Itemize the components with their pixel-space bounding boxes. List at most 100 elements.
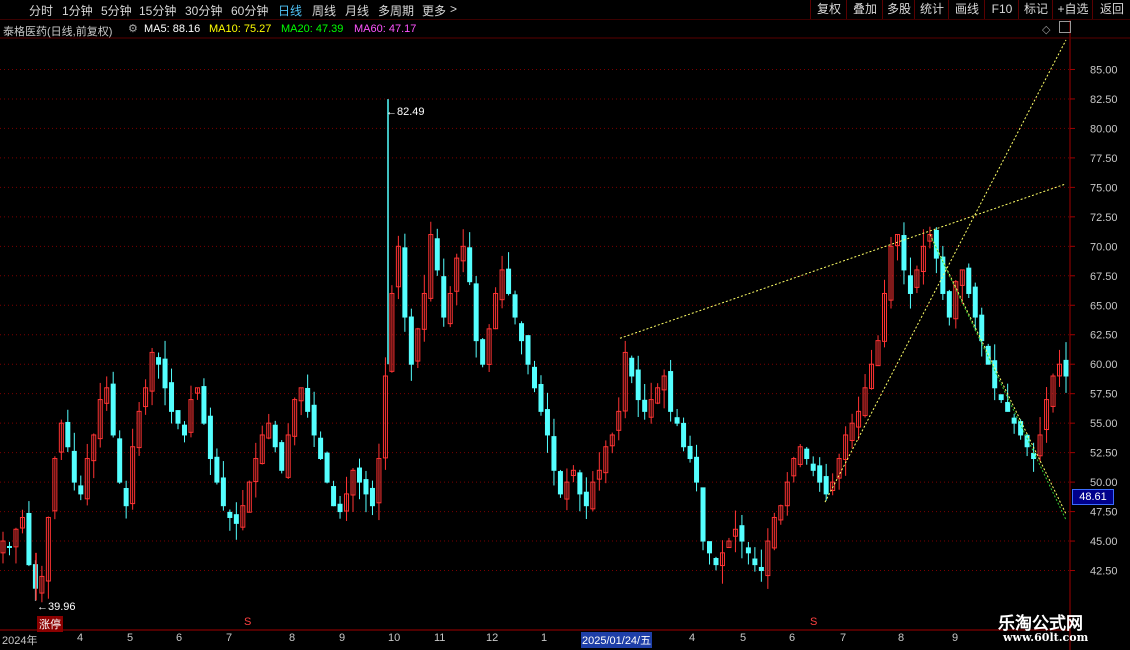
tab-daily[interactable]: 日线 [278,2,302,19]
candle-body [538,384,544,412]
candle-body [272,424,278,448]
settings-icon[interactable]: ⚙ [128,22,138,35]
candle-body [694,456,700,483]
tab-60min[interactable]: 60分钟 [231,2,268,19]
zhangting-tag[interactable]: 涨停 [37,616,63,632]
x-label: 9 [339,632,346,644]
y-tick-label: 47.50 [1090,507,1118,519]
candle-body [544,409,550,436]
y-tick-label: 82.50 [1090,94,1118,106]
tab-1min[interactable]: 1分钟 [62,2,93,19]
tab-more[interactable]: 更多 [422,2,446,19]
candle-body [577,472,583,495]
x-label: 6 [176,632,183,644]
candle-body [214,456,220,483]
candle-body [557,471,563,495]
tab-monthly[interactable]: 月线 [345,2,369,19]
candle-body [363,479,369,495]
x-label: 1 [541,632,548,644]
high-price-label: ←82.49 [386,106,425,118]
candle-body [1011,417,1017,424]
candle-body [804,448,810,460]
candle-body [123,488,129,507]
period-toolbar: 分时 1分钟 5分钟 15分钟 30分钟 60分钟 日线 周线 月线 多周期 更… [0,0,1130,20]
candle-body [551,436,557,471]
candle-body [668,371,674,412]
s-marker-1[interactable]: S [244,616,251,628]
tab-multi-period[interactable]: 多周期 [378,2,414,19]
fuquan-button[interactable]: 复权 [810,0,847,19]
x-label: 7 [226,632,233,644]
candle-body [946,291,952,318]
tab-fenshi[interactable]: 分时 [29,2,53,19]
tab-weekly[interactable]: 周线 [312,2,336,19]
add-watchlist-button[interactable]: +自选 [1052,0,1093,19]
candle-body [674,417,680,424]
back-button[interactable]: 返回 [1092,0,1130,19]
draw-line-button[interactable]: 画线 [948,0,985,19]
candle-body [311,404,317,436]
x-label: 8 [289,632,296,644]
multi-stock-button[interactable]: 多股 [882,0,915,19]
candle-body [78,485,84,495]
y-tick-label: 57.50 [1090,389,1118,401]
candle-body [441,276,447,318]
candle-body [519,323,525,342]
x-label: 4 [689,632,696,644]
f10-button[interactable]: F10 [984,0,1019,19]
candle-body [901,235,907,271]
x-label: 10 [388,632,401,644]
y-tick-label: 42.50 [1090,566,1118,578]
candle-body [687,445,693,460]
tab-15min[interactable]: 15分钟 [139,2,176,19]
candle-body [752,558,758,566]
candle-body [629,357,635,377]
y-tick-label: 80.00 [1090,123,1118,135]
trend-line-upper[interactable] [619,183,1067,339]
x-label: 9 [952,632,959,644]
candle-body [532,366,537,389]
x-label: 6 [789,632,796,644]
candle-body [707,541,713,554]
trend-line-steep[interactable] [824,39,1067,503]
ma10-value: MA10: 75.27 [209,23,272,35]
more-arrow-icon[interactable]: > [450,2,457,16]
candle-body [26,512,32,566]
candle-body [337,503,343,513]
s-marker-2[interactable]: S [810,616,817,628]
x-label: 5 [740,632,747,644]
candle-body [279,442,285,471]
candle-body [966,267,972,294]
trend-line-down-green[interactable] [931,239,1067,521]
y-tick-label: 50.00 [1090,477,1118,489]
maximize-icon[interactable] [1059,21,1071,33]
x-label: 2024年 [2,635,38,647]
y-tick-label: 75.00 [1090,182,1118,194]
candle-body [823,476,829,495]
candle-body [169,382,175,412]
ma-info-bar: 泰格医药(日线,前复权) ⚙ MA5: 88.16 MA10: 75.27 MA… [0,20,1071,38]
candle-body [318,437,324,460]
candlestick-chart[interactable]: 85.00 82.50 80.00 77.50 75.00 72.50 70.00 67.50… [0,0,1130,650]
candle-body [207,415,213,460]
candle-body [324,452,330,483]
x-label: 12 [486,632,499,644]
diamond-icon[interactable]: ◇ [1042,23,1050,36]
candle-body [305,387,311,412]
mark-button[interactable]: 标记 [1018,0,1053,19]
candle-body [758,566,764,572]
tab-30min[interactable]: 30分钟 [185,2,222,19]
y-tick-label: 72.50 [1090,212,1118,224]
candle-body [473,283,479,342]
candle-body [739,525,745,542]
candle-body [65,421,71,448]
candle-body [408,316,414,365]
y-tick-label: 55.00 [1090,418,1118,430]
tab-5min[interactable]: 5分钟 [101,2,132,19]
trend-line-down[interactable] [929,234,1067,515]
x-label: 5 [127,632,134,644]
overlay-button[interactable]: 叠加 [846,0,883,19]
candle-body [369,487,375,507]
stats-button[interactable]: 统计 [914,0,949,19]
candle-body [525,335,531,365]
